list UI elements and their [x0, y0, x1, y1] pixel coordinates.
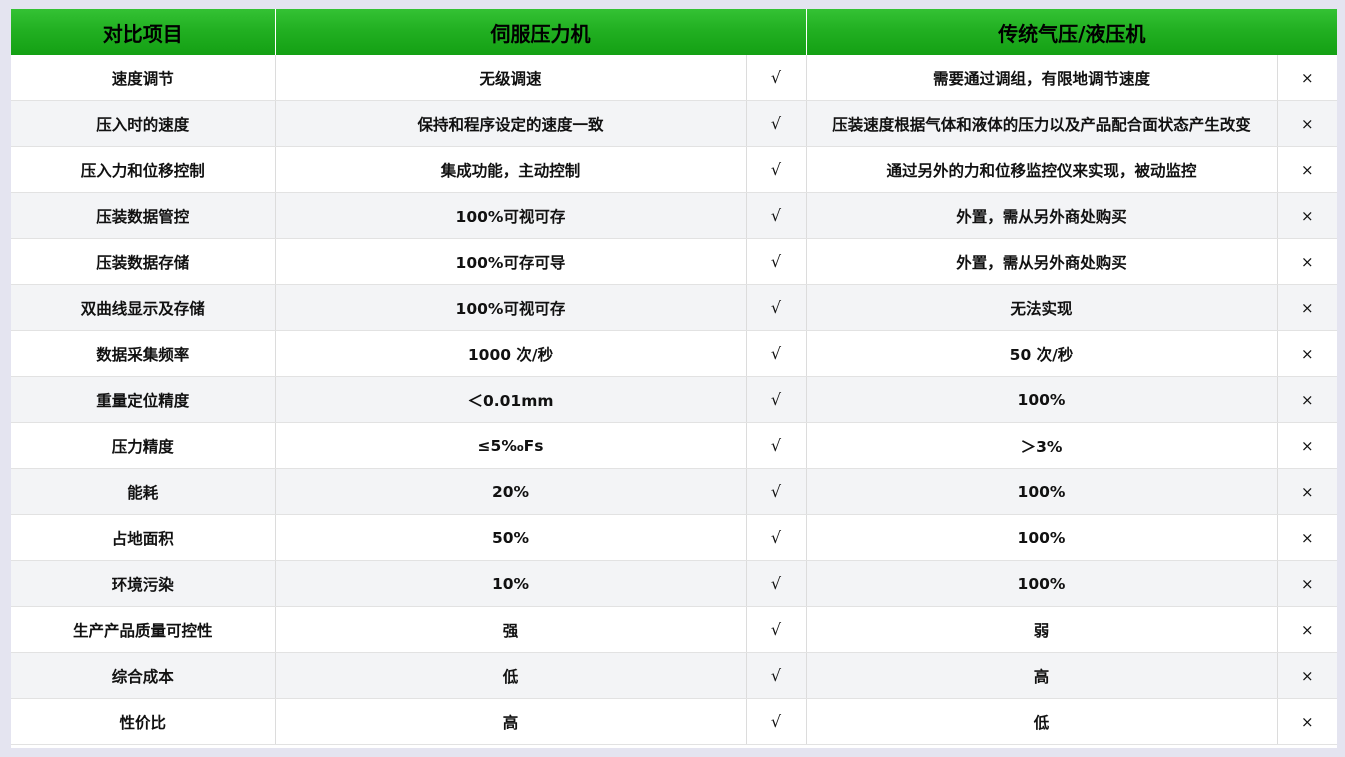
- cell-servo-check: √: [746, 238, 807, 285]
- cell-servo-value: 集成功能，主动控制: [275, 146, 747, 193]
- table-row: 性价比高 √ 低 ×: [11, 698, 1337, 745]
- cell-traditional-value: 100%: [806, 514, 1278, 561]
- table-row: 压入力和位移控制 集成功能，主动控制 √ 通过另外的力和位移监控仪来实现，被动监控 ×: [11, 146, 1337, 193]
- cell-item: 综合成本: [11, 652, 276, 699]
- cell-traditional-cross: ×: [1277, 422, 1337, 469]
- table-header-row: 对比项目 伺服压力机 传统气压/液压机: [11, 9, 1337, 55]
- cell-servo-check: √: [746, 560, 807, 607]
- table-body: 速度调节 无级调速 √ 需要通过调组，有限地调节速度 × 压入时的速度 保持和程序设定的速度…: [11, 55, 1337, 745]
- cell-traditional-value: 外置，需从另外商处购买: [806, 238, 1278, 285]
- cell-traditional-cross: ×: [1277, 560, 1337, 607]
- cell-traditional-value: 100%: [806, 468, 1278, 515]
- cell-servo-value: 1000 次/秒: [275, 330, 747, 377]
- cell-servo-check: √: [746, 284, 807, 331]
- cell-item: 压入力和位移控制: [11, 146, 276, 193]
- cell-servo-value: 50%: [275, 514, 747, 561]
- cell-traditional-cross: ×: [1277, 55, 1337, 101]
- cell-traditional-cross: ×: [1277, 698, 1337, 745]
- cell-servo-check: √: [746, 422, 807, 469]
- table-row: 压力精度 ≤5‰Fs √ ＞3% ×: [11, 422, 1337, 469]
- cell-servo-check: √: [746, 698, 807, 745]
- cell-traditional-cross: ×: [1277, 652, 1337, 699]
- cell-traditional-cross: ×: [1277, 284, 1337, 331]
- cell-item: 数据采集频率: [11, 330, 276, 377]
- comparison-table: 对比项目 伺服压力机 传统气压/液压机 速度调节 无级调速 √ 需要通过调组，有限地调…: [11, 9, 1337, 745]
- cell-item: 能耗: [11, 468, 276, 515]
- table-row: 生产产品质量可控性强 √ 弱 ×: [11, 606, 1337, 653]
- table-row: 压入时的速度 保持和程序设定的速度一致 √ 压装速度根据气体和液体的压力以及产品配合面…: [11, 100, 1337, 147]
- cell-servo-value: 20%: [275, 468, 747, 515]
- cell-traditional-value: 无法实现: [806, 284, 1278, 331]
- cell-servo-value: 保持和程序设定的速度一致: [275, 100, 747, 147]
- cell-servo-check: √: [746, 330, 807, 377]
- cell-servo-value: 10%: [275, 560, 747, 607]
- cell-item: 压装数据存储: [11, 238, 276, 285]
- cell-traditional-value: 需要通过调组，有限地调节速度: [806, 55, 1278, 101]
- cell-traditional-value: 压装速度根据气体和液体的压力以及产品配合面状态产生改变: [806, 100, 1278, 147]
- cell-traditional-value: 外置，需从另外商处购买: [806, 192, 1278, 239]
- table-row: 速度调节 无级调速 √ 需要通过调组，有限地调节速度 ×: [11, 55, 1337, 101]
- cell-servo-check: √: [746, 192, 807, 239]
- table-row: 双曲线显示及存储 100%可视可存 √ 无法实现 ×: [11, 284, 1337, 331]
- cell-servo-value: 强: [275, 606, 747, 653]
- cell-item: 性价比: [11, 698, 276, 745]
- cell-servo-check: √: [746, 100, 807, 147]
- cell-item: 压力精度: [11, 422, 276, 469]
- cell-servo-value: 100%可视可存: [275, 284, 747, 331]
- table-row: 占地面积 50% √ 100% ×: [11, 514, 1337, 561]
- cell-traditional-cross: ×: [1277, 238, 1337, 285]
- cell-servo-value: 100%可存可导: [275, 238, 747, 285]
- cell-servo-value: 无级调速: [275, 55, 747, 101]
- table-row: 环境污染 10% √ 100% ×: [11, 560, 1337, 607]
- cell-servo-check: √: [746, 146, 807, 193]
- table-row: 综合成本低 √ 高 ×: [11, 652, 1337, 699]
- comparison-table-container: 对比项目 伺服压力机 传统气压/液压机 速度调节 无级调速 √ 需要通过调组，有限地调…: [11, 9, 1337, 748]
- cell-servo-value: 高: [275, 698, 747, 745]
- cell-servo-value: 低: [275, 652, 747, 699]
- cell-item: 压入时的速度: [11, 100, 276, 147]
- cell-servo-value: 100%可视可存: [275, 192, 747, 239]
- cell-traditional-value: 50 次/秒: [806, 330, 1278, 377]
- cell-item: 压装数据管控: [11, 192, 276, 239]
- table-row: 重量定位精度 ＜0.01mm √ 100% ×: [11, 376, 1337, 423]
- cell-traditional-cross: ×: [1277, 514, 1337, 561]
- cell-traditional-cross: ×: [1277, 376, 1337, 423]
- cell-traditional-value: 100%: [806, 376, 1278, 423]
- cell-traditional-cross: ×: [1277, 146, 1337, 193]
- cell-servo-check: √: [746, 514, 807, 561]
- cell-item: 速度调节: [11, 55, 276, 101]
- cell-traditional-cross: ×: [1277, 330, 1337, 377]
- cell-servo-check: √: [746, 652, 807, 699]
- table-row: 压装数据管控 100%可视可存 √ 外置，需从另外商处购买 ×: [11, 192, 1337, 239]
- cell-traditional-value: 弱: [806, 606, 1278, 653]
- cell-item: 双曲线显示及存储: [11, 284, 276, 331]
- cell-item: 重量定位精度: [11, 376, 276, 423]
- cell-traditional-value: ＞3%: [806, 422, 1278, 469]
- cell-traditional-cross: ×: [1277, 100, 1337, 147]
- cell-servo-value: ≤5‰Fs: [275, 422, 747, 469]
- header-servo: 伺服压力机: [275, 9, 807, 55]
- cell-servo-value: ＜0.01mm: [275, 376, 747, 423]
- cell-item: 占地面积: [11, 514, 276, 561]
- cell-traditional-cross: ×: [1277, 606, 1337, 653]
- cell-servo-check: √: [746, 468, 807, 515]
- cell-traditional-value: 100%: [806, 560, 1278, 607]
- table-row: 数据采集频率 1000 次/秒 √ 50 次/秒 ×: [11, 330, 1337, 377]
- table-row: 压装数据存储 100%可存可导 √ 外置，需从另外商处购买 ×: [11, 238, 1337, 285]
- cell-servo-check: √: [746, 376, 807, 423]
- cell-servo-check: √: [746, 606, 807, 653]
- header-traditional: 传统气压/液压机: [806, 9, 1337, 55]
- cell-traditional-cross: ×: [1277, 468, 1337, 515]
- cell-item: 环境污染: [11, 560, 276, 607]
- cell-item: 生产产品质量可控性: [11, 606, 276, 653]
- header-item: 对比项目: [11, 9, 276, 55]
- table-row: 能耗 20% √ 100% ×: [11, 468, 1337, 515]
- cell-traditional-value: 通过另外的力和位移监控仪来实现，被动监控: [806, 146, 1278, 193]
- cell-traditional-cross: ×: [1277, 192, 1337, 239]
- cell-traditional-value: 低: [806, 698, 1278, 745]
- cell-traditional-value: 高: [806, 652, 1278, 699]
- cell-servo-check: √: [746, 55, 807, 101]
